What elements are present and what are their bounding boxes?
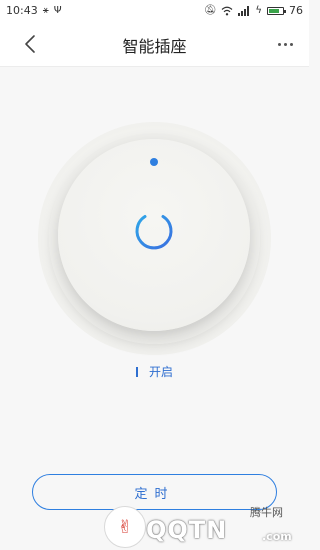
status-indicator-dot (150, 158, 158, 166)
charging-icon: ϟ (255, 4, 262, 16)
battery-icon (267, 6, 286, 15)
battery-level: 76 (289, 4, 303, 17)
status-left: 10:43 ⚹ Ψ (6, 4, 62, 17)
status-right: 🔕︎ ϟ 76 (204, 4, 303, 17)
status-bar: 10:43 ⚹ Ψ 🔕︎ ϟ 76 (0, 0, 309, 22)
watermark-logo-icon: ✌ (104, 506, 146, 548)
usb-icon: ⚹ (42, 4, 49, 16)
status-time: 10:43 (6, 4, 38, 17)
power-icon[interactable] (130, 205, 178, 253)
header-divider (0, 66, 309, 67)
timer-button[interactable]: 定时 (32, 474, 277, 510)
state-indicator-bar (135, 367, 138, 377)
more-dot (289, 42, 293, 46)
timer-button-label: 定时 (134, 486, 175, 502)
page-title: 智能插座 (122, 37, 187, 56)
header-bar: 智能插座 (0, 22, 309, 66)
signal-icon (238, 5, 250, 16)
watermark-brand: QQTN (146, 516, 228, 544)
power-state-label: 开启 (148, 365, 173, 379)
wifi-icon (221, 6, 233, 15)
debug-icon: Ψ (53, 4, 62, 16)
power-state: 开启 (0, 363, 309, 381)
mute-icon: 🔕︎ (203, 4, 217, 16)
more-button[interactable] (273, 33, 297, 55)
battery-fill (269, 8, 279, 13)
watermark-suffix: .com (262, 530, 292, 543)
more-dot (283, 42, 287, 46)
more-dots-icon (277, 42, 281, 46)
